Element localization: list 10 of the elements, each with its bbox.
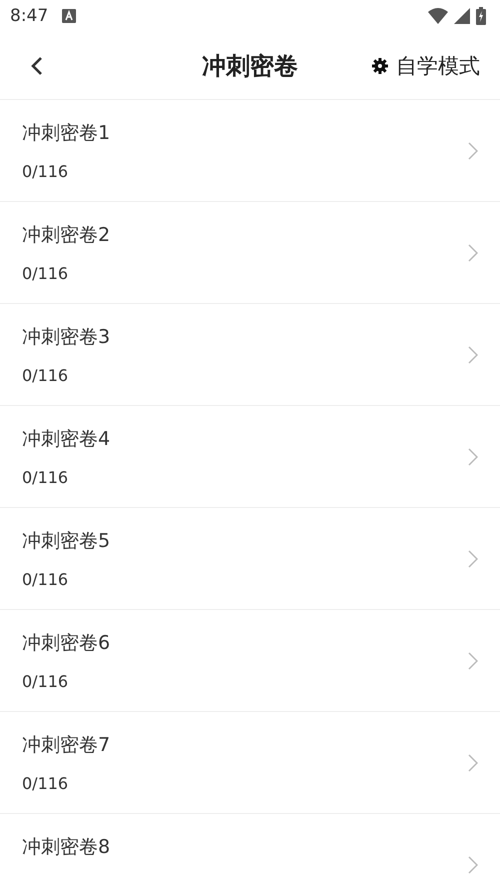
exam-title: 冲刺密卷8 [22,835,112,860]
exam-title: 冲刺密卷5 [22,529,112,554]
exam-title: 冲刺密卷3 [22,325,112,350]
exam-title: 冲刺密卷6 [22,631,112,656]
exam-title: 冲刺密卷1 [22,121,112,146]
exam-title: 冲刺密卷7 [22,733,112,758]
exam-title: 冲刺密卷2 [22,223,112,248]
page-title: 冲刺密卷 [202,50,298,82]
exam-title: 冲刺密卷4 [22,427,112,452]
status-time: 8:47 [10,6,48,26]
